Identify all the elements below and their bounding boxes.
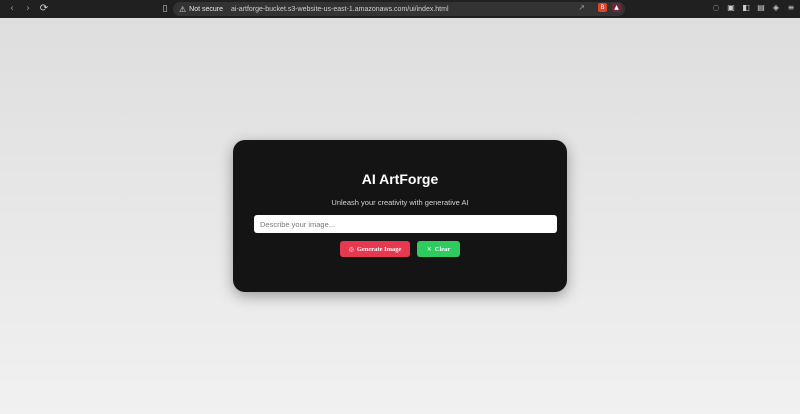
- menu-icon[interactable]: ≡: [786, 3, 796, 13]
- sidebar-icon[interactable]: ◧: [741, 3, 751, 13]
- chat-icon[interactable]: ◌: [711, 3, 721, 13]
- back-button-icon[interactable]: ‹: [6, 3, 18, 15]
- forward-button-icon[interactable]: ›: [22, 3, 34, 15]
- share-icon[interactable]: ↗: [578, 3, 585, 12]
- warning-icon[interactable]: ⚠: [179, 5, 186, 14]
- toolbar-right-icons: ◌ ▣ ◧ ▤ ◈ ≡: [711, 3, 796, 13]
- screenshot-icon[interactable]: ▣: [726, 3, 736, 13]
- bookmark-icon[interactable]: ▯: [160, 3, 170, 15]
- address-bar[interactable]: ⚠ Not secure ai-artforge-bucket.s3-websi…: [173, 2, 625, 16]
- rewards-icon[interactable]: ▲: [612, 3, 621, 12]
- clear-button[interactable]: ✕ Clear: [417, 241, 460, 257]
- url-text[interactable]: ai-artforge-bucket.s3-website-us-east-1.…: [231, 6, 448, 13]
- generate-image-button[interactable]: ◎ Generate Image: [340, 241, 410, 257]
- browser-toolbar: ‹ › ⟳ ▯ ⚠ Not secure ai-artforge-bucket.…: [0, 0, 800, 18]
- reload-button-icon[interactable]: ⟳: [38, 3, 50, 15]
- generate-label: Generate Image: [356, 245, 402, 253]
- app-subtitle: Unleash your creativity with generative …: [331, 198, 469, 207]
- app-title: AI ArtForge: [361, 171, 439, 187]
- brave-shield-icon[interactable]: B: [598, 3, 607, 12]
- generate-icon: ◎: [348, 245, 354, 253]
- security-label[interactable]: Not secure: [189, 6, 223, 13]
- clear-label: Clear: [434, 245, 451, 253]
- clear-icon: ✕: [426, 245, 432, 253]
- artforge-card: AI ArtForge Unleash your creativity with…: [233, 140, 567, 292]
- page-content: AI ArtForge Unleash your creativity with…: [0, 18, 800, 414]
- vpn-icon[interactable]: ◈: [771, 3, 781, 13]
- prompt-input[interactable]: [254, 215, 557, 233]
- wallet-icon[interactable]: ▤: [756, 3, 766, 13]
